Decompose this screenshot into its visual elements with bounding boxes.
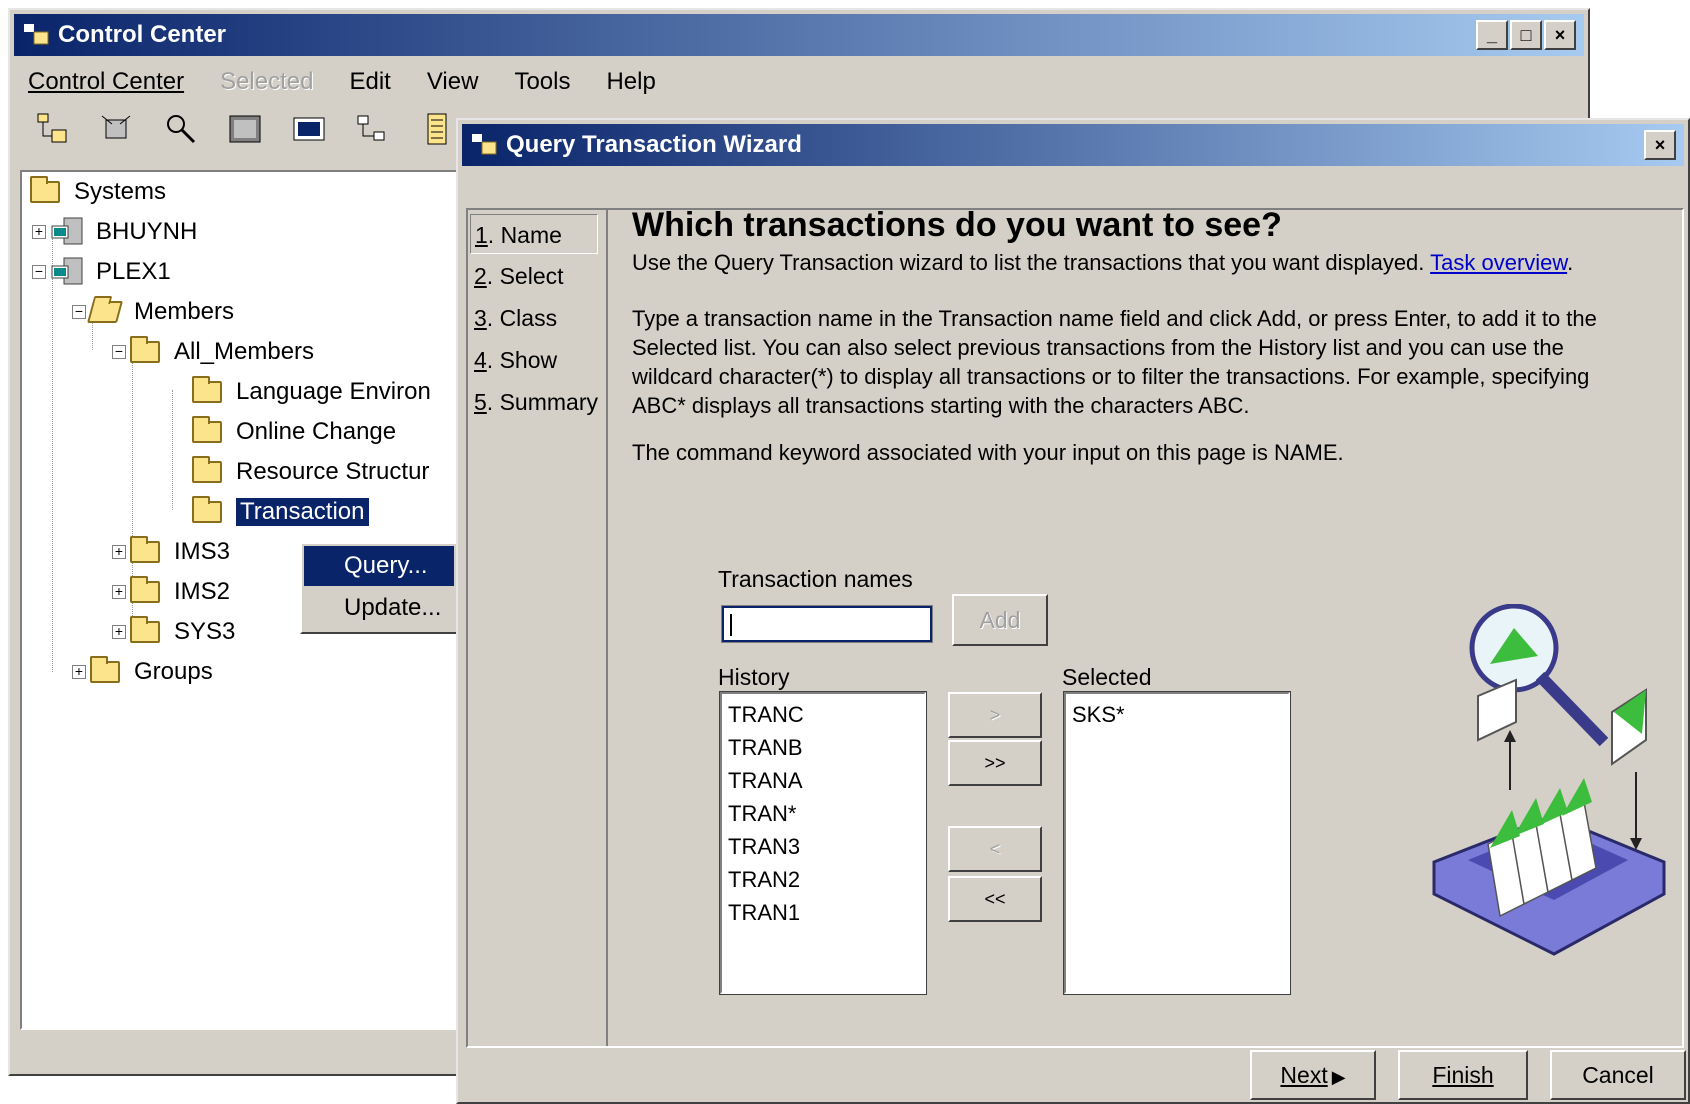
wizard-steps: 1. Name 2. Select 3. Class 4. Show 5. Su… <box>468 210 608 1046</box>
expand-icon[interactable]: + <box>112 624 126 639</box>
wizard-close-button[interactable]: × <box>1644 130 1676 160</box>
open-folder-icon <box>87 301 123 323</box>
wizard-app-icon <box>472 134 497 155</box>
move-all-right-button[interactable]: >> <box>948 740 1042 786</box>
transaction-names-label: Transaction names <box>718 566 913 592</box>
menu-view[interactable]: View <box>423 62 483 102</box>
tree-node-systems[interactable]: Systems <box>30 174 166 210</box>
tree-node-bhuynh[interactable]: + BHUYNH <box>32 214 197 250</box>
list-item[interactable]: TRAN3 <box>728 830 800 863</box>
menu-bar: Control Center Selected Edit View Tools … <box>24 62 660 102</box>
instructions-text: Type a transaction name in the Transacti… <box>632 306 1597 418</box>
close-button[interactable]: × <box>1544 20 1576 50</box>
add-button[interactable]: Add <box>952 594 1048 646</box>
folder-icon <box>90 656 120 683</box>
selected-list[interactable]: SKS* <box>1063 691 1291 995</box>
move-one-left-button[interactable]: < <box>948 826 1042 872</box>
step-select[interactable]: 2. Select <box>474 256 564 296</box>
folder-icon <box>192 456 222 483</box>
step-class[interactable]: 3. Class <box>474 298 557 338</box>
minimize-button[interactable]: _ <box>1476 20 1508 50</box>
tree-node-resource-structure[interactable]: Resource Structur <box>192 454 429 490</box>
tree-node-members[interactable]: − Members <box>72 294 234 330</box>
history-list[interactable]: TRANC TRANB TRANA TRAN* TRAN3 TRAN2 TRAN… <box>719 691 927 995</box>
tree-node-sys3[interactable]: + SYS3 <box>112 614 235 650</box>
collapse-icon[interactable]: − <box>112 344 126 359</box>
window-title: Control Center <box>58 21 226 48</box>
server-icon <box>51 257 83 285</box>
cancel-button[interactable]: Cancel <box>1550 1050 1686 1100</box>
expand-icon[interactable]: + <box>72 664 86 679</box>
context-menu-update[interactable]: Update... <box>304 588 454 628</box>
expand-icon[interactable]: + <box>112 544 126 559</box>
topology-icon[interactable] <box>354 110 392 148</box>
menu-control-center[interactable]: Control Center <box>24 62 188 102</box>
intro-text: Use the Query Transaction wizard to list… <box>632 250 1574 275</box>
folder-icon <box>130 576 160 603</box>
step-name[interactable]: 1. Name <box>470 214 598 254</box>
server-icon <box>51 217 83 245</box>
list-item[interactable]: TRAN1 <box>728 896 800 929</box>
status-bar <box>20 1040 470 1070</box>
tree-node-all-members[interactable]: − All_Members <box>112 334 314 370</box>
folder-icon <box>192 376 222 403</box>
finish-button[interactable]: Finish <box>1398 1050 1528 1100</box>
list-item[interactable]: TRANB <box>728 731 803 764</box>
folder-icon <box>130 536 160 563</box>
transaction-illustration <box>1432 604 1666 956</box>
page-heading: Which transactions do you want to see? <box>632 206 1282 244</box>
list-item[interactable]: TRANC <box>728 698 804 731</box>
list-item[interactable]: SKS* <box>1072 698 1125 731</box>
menu-help[interactable]: Help <box>602 62 659 102</box>
menu-edit[interactable]: Edit <box>345 62 394 102</box>
tree-node-language-environment[interactable]: Language Environ <box>192 374 431 410</box>
tree-node-transaction[interactable]: Transaction <box>192 494 369 530</box>
list-item[interactable]: TRAN* <box>728 797 796 830</box>
history-label: History <box>718 664 790 690</box>
database-icon[interactable] <box>226 110 264 148</box>
collapse-icon[interactable]: − <box>32 264 46 279</box>
tree-node-online-change[interactable]: Online Change <box>192 414 396 450</box>
context-menu-query[interactable]: Query... <box>304 546 454 586</box>
list-icon[interactable] <box>418 110 456 148</box>
expand-icon[interactable]: + <box>32 224 46 239</box>
expand-icon[interactable]: + <box>112 584 126 599</box>
menu-selected[interactable]: Selected <box>216 62 317 102</box>
folder-icon <box>192 416 222 443</box>
list-item[interactable]: TRAN2 <box>728 863 800 896</box>
folder-icon <box>130 616 160 643</box>
tree-node-ims2[interactable]: + IMS2 <box>112 574 230 610</box>
right-arrow-icon: ▶ <box>1331 1067 1346 1087</box>
context-menu: Query... Update... <box>300 542 458 634</box>
step-show[interactable]: 4. Show <box>474 340 557 380</box>
step-summary[interactable]: 5. Summary <box>474 382 598 422</box>
keyword-text: The command keyword associated with your… <box>632 440 1344 465</box>
collapse-icon[interactable]: − <box>72 304 86 319</box>
text-caret <box>730 614 732 636</box>
folder-icon <box>130 336 160 363</box>
control-center-titlebar[interactable]: Control Center _ □ × <box>14 14 1584 56</box>
command-icon[interactable] <box>290 110 328 148</box>
menu-tools[interactable]: Tools <box>510 62 574 102</box>
search-icon[interactable] <box>162 110 200 148</box>
control-center-app-icon <box>24 24 49 45</box>
folder-icon <box>30 176 60 203</box>
wizard-title: Query Transaction Wizard <box>506 131 802 158</box>
maximize-button[interactable]: □ <box>1510 20 1542 50</box>
systems-icon[interactable] <box>34 110 72 148</box>
move-one-right-button[interactable]: > <box>948 692 1042 738</box>
task-overview-link[interactable]: Task overview <box>1430 250 1567 275</box>
connect-icon[interactable] <box>98 110 136 148</box>
list-item[interactable]: TRANA <box>728 764 803 797</box>
tree-node-ims3[interactable]: + IMS3 <box>112 534 230 570</box>
folder-icon <box>192 496 222 523</box>
wizard-titlebar[interactable]: Query Transaction Wizard × <box>462 124 1684 166</box>
tree-node-groups[interactable]: + Groups <box>72 654 213 690</box>
toolbar <box>34 110 456 154</box>
tree-node-plex1[interactable]: − PLEX1 <box>32 254 171 290</box>
transaction-name-input[interactable] <box>721 605 933 643</box>
next-button[interactable]: Next ▶ <box>1250 1050 1376 1100</box>
move-all-left-button[interactable]: << <box>948 876 1042 922</box>
selected-label: Selected <box>1062 664 1152 690</box>
